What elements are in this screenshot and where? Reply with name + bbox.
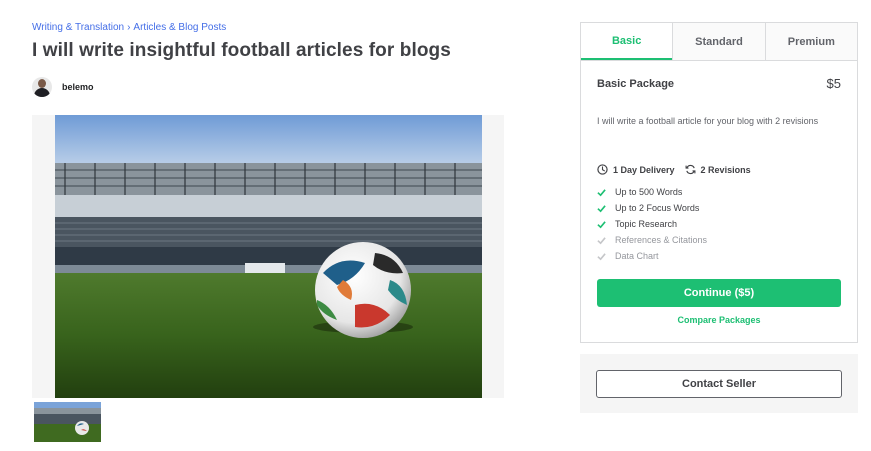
list-item: Topic Research <box>597 216 707 232</box>
list-item: References & Citations <box>597 232 707 248</box>
package-header: Basic Package $5 <box>597 76 841 91</box>
delivery-label: 1 Day Delivery <box>613 164 675 175</box>
tab-premium[interactable]: Premium <box>764 23 857 60</box>
list-item: Up to 2 Focus Words <box>597 200 707 216</box>
revisions-label: 2 Revisions <box>700 164 751 175</box>
contact-section: Contact Seller <box>580 354 858 413</box>
check-icon <box>597 204 606 213</box>
check-icon <box>597 220 606 229</box>
breadcrumb-subcategory-link[interactable]: Articles & Blog Posts <box>133 22 226 33</box>
compare-packages-link[interactable]: Compare Packages <box>581 315 857 325</box>
feature-label: Up to 2 Focus Words <box>615 203 700 213</box>
package-meta: 1 Day Delivery 2 Revisions <box>597 164 751 175</box>
breadcrumb-separator: › <box>127 22 131 33</box>
breadcrumb-category-link[interactable]: Writing & Translation <box>32 22 124 33</box>
check-icon <box>597 236 606 245</box>
gig-title: I will write insightful football article… <box>32 40 451 61</box>
revisions: 2 Revisions <box>685 164 751 175</box>
check-icon <box>597 252 606 261</box>
package-description: I will write a football article for your… <box>597 116 819 126</box>
feature-label: Data Chart <box>615 251 659 261</box>
refresh-icon <box>685 164 696 175</box>
contact-seller-button[interactable]: Contact Seller <box>596 370 842 398</box>
package-card: Basic Standard Premium Basic Package $5 … <box>580 22 858 343</box>
feature-label: Up to 500 Words <box>615 187 683 197</box>
package-tabs: Basic Standard Premium <box>581 23 857 61</box>
package-price: $5 <box>826 76 841 91</box>
seller-info: belemo <box>32 77 94 97</box>
breadcrumb: Writing & Translation › Articles & Blog … <box>32 22 226 33</box>
tab-standard[interactable]: Standard <box>672 23 765 60</box>
seller-name[interactable]: belemo <box>62 82 94 92</box>
list-item: Data Chart <box>597 248 707 264</box>
gallery-main-image[interactable] <box>55 115 482 398</box>
feature-label: References & Citations <box>615 235 708 245</box>
clock-icon <box>597 164 608 175</box>
feature-label: Topic Research <box>615 219 678 229</box>
continue-button[interactable]: Continue ($5) <box>597 279 841 307</box>
check-icon <box>597 188 606 197</box>
avatar[interactable] <box>32 77 52 97</box>
feature-list: Up to 500 Words Up to 2 Focus Words Topi… <box>597 184 707 264</box>
gallery-thumbnail[interactable] <box>34 402 101 442</box>
gig-gallery <box>32 115 504 398</box>
tab-basic[interactable]: Basic <box>581 23 673 60</box>
package-name: Basic Package <box>597 77 675 90</box>
list-item: Up to 500 Words <box>597 184 707 200</box>
delivery-time: 1 Day Delivery <box>597 164 675 175</box>
